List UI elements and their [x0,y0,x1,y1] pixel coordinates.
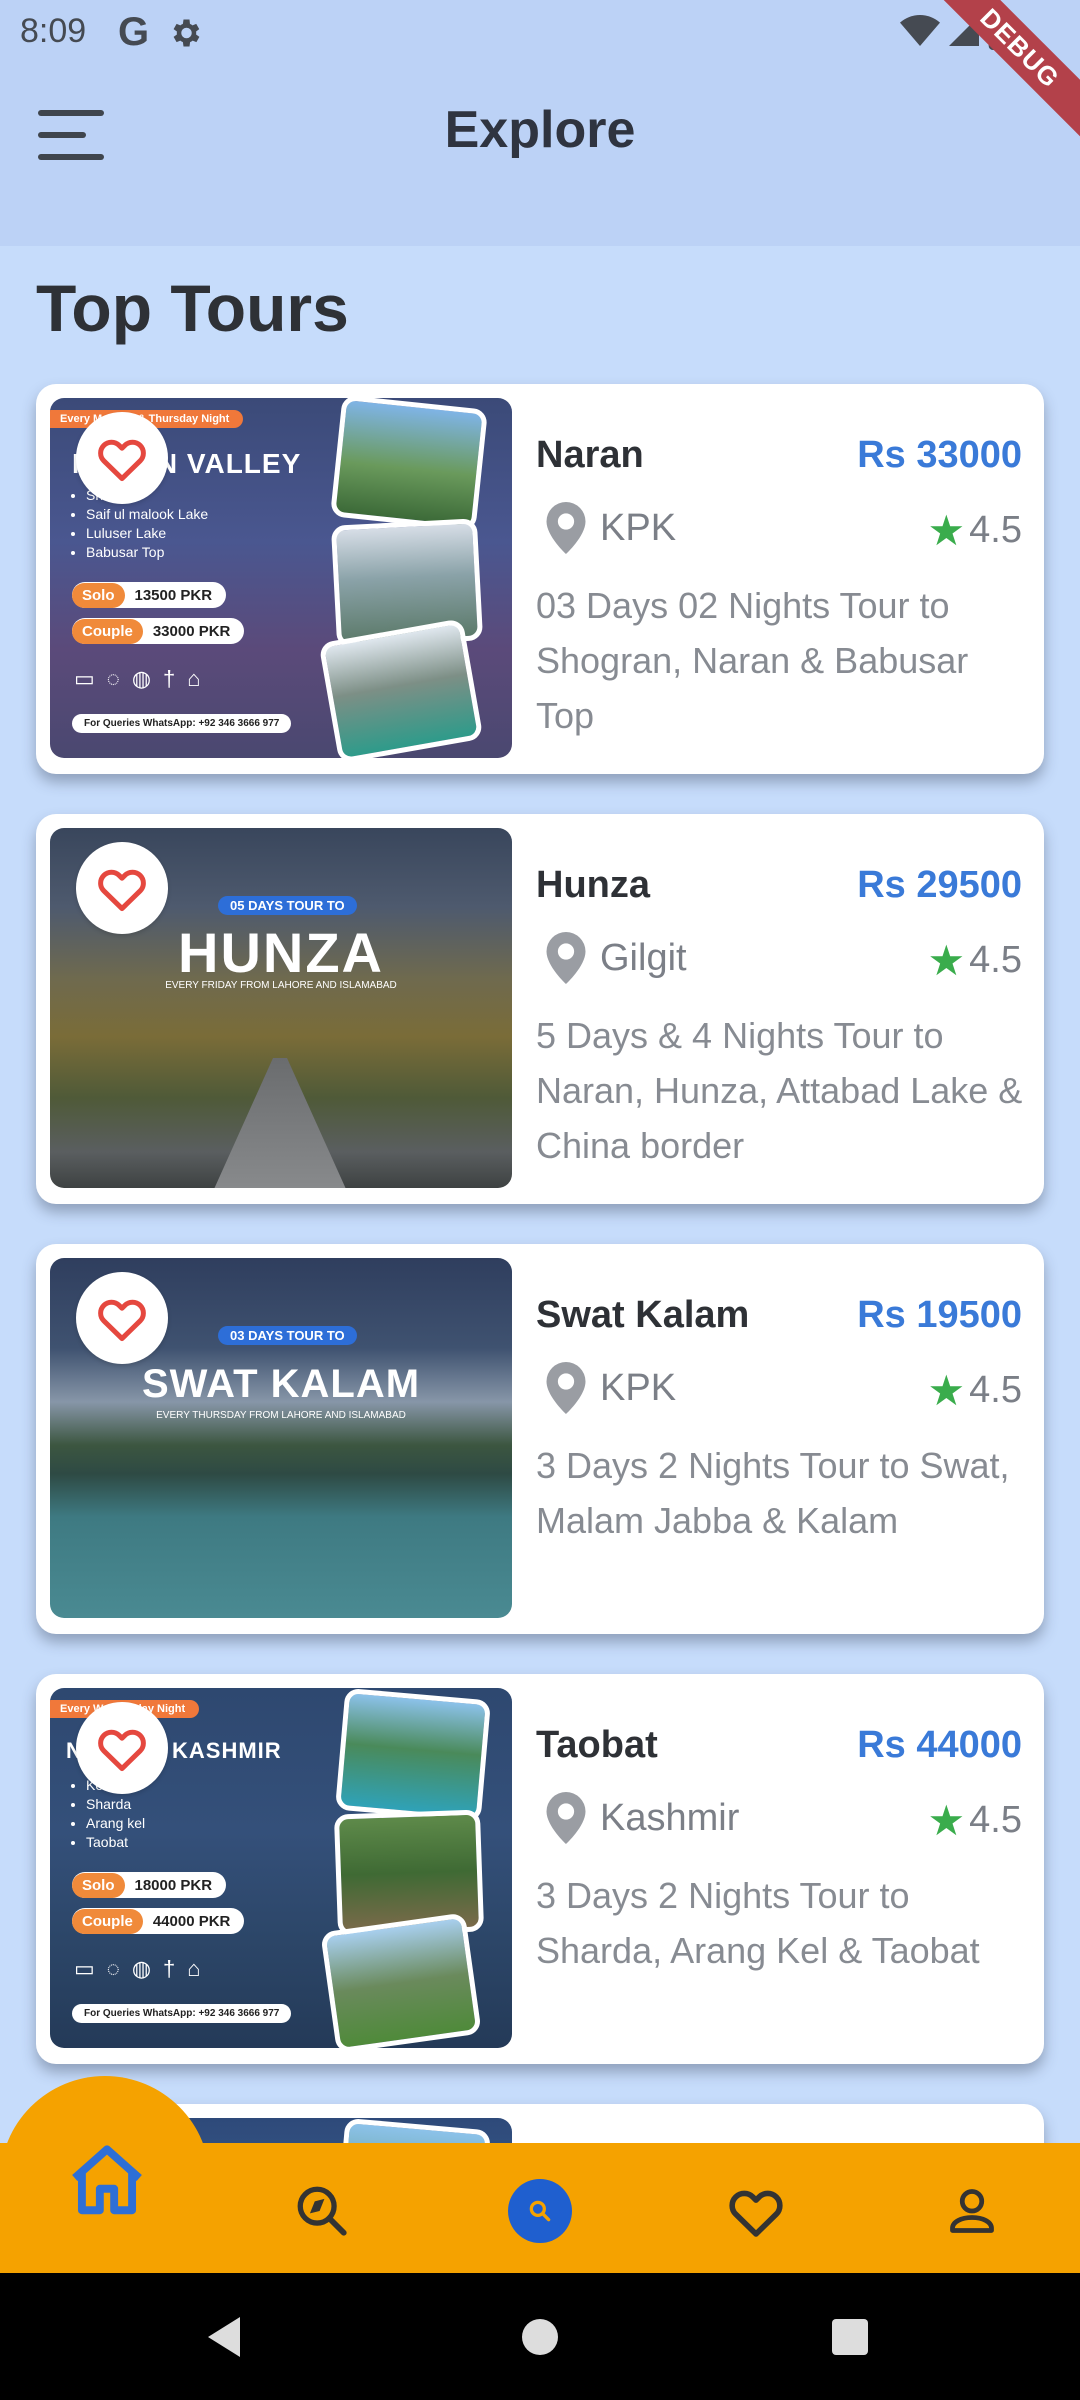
nav-favorites[interactable] [724,2179,788,2243]
home-circle-icon[interactable] [520,2317,560,2357]
favorite-button[interactable] [76,412,168,504]
heart-outline-icon [98,1729,146,1772]
tour-card-swat-kalam[interactable]: 03 DAYS TOUR TO SWAT KALAM EVERY THURSDA… [36,1244,1044,1634]
star-icon: ★ [927,937,966,984]
poster-title: SWAT KALAM [141,1362,421,1406]
tour-location: KPK [546,1362,676,1414]
tour-name: Swat Kalam [536,1294,750,1336]
star-icon: ★ [927,1367,966,1414]
nav-profile[interactable] [940,2179,1004,2243]
favorite-button[interactable] [76,1272,168,1364]
tour-price: Rs 29500 [857,864,1022,906]
location-pin-icon [546,1362,586,1414]
poster-subtitle: EVERY THURSDAY FROM LAHORE AND ISLAMABAD [156,1410,406,1421]
couple-price-chip: Couple 33000 PKR [72,618,245,644]
app-bar: 8:09 G DEBUG Explore [0,0,1080,246]
poster-contact: For Queries WhatsApp: +92 346 3666 977 [72,714,292,733]
section-title: Top Tours [36,271,349,345]
tour-location: KPK [546,502,676,554]
tour-description: 3 Days 2 Nights Tour to Swat, Malam Jabb… [536,1445,1010,1541]
solo-price-chip: Solo 13500 PKR [72,582,227,608]
favorite-button[interactable] [76,1702,168,1794]
tour-image-swat-kalam: 03 DAYS TOUR TO SWAT KALAM EVERY THURSDA… [50,1258,512,1618]
status-time: 8:09 [20,12,87,50]
tour-price: Rs 33000 [857,434,1022,476]
back-icon[interactable] [204,2315,244,2359]
tour-location: Kashmir [546,1792,739,1844]
poster-subtitle: EVERY FRIDAY FROM LAHORE AND ISLAMABAD [165,980,397,991]
poster-tag: 03 DAYS TOUR TO [218,1326,357,1345]
tour-rating: ★ 4.5 [927,937,1022,984]
tour-price: Rs 44000 [857,1724,1022,1766]
tour-rating: ★ 4.5 [927,1367,1022,1414]
recents-icon[interactable] [830,2317,870,2357]
person-icon [950,2189,994,2233]
couple-price-chip: Couple 44000 PKR [72,1908,245,1934]
google-icon: G [118,10,150,54]
tour-image-hunza: 05 DAYS TOUR TO HUNZA EVERY FRIDAY FROM … [50,828,512,1188]
nav-home[interactable] [62,2133,152,2223]
amenity-icons: ▭◌◍†⌂ [74,666,213,691]
tour-description: 3 Days 2 Nights Tour to Sharda, Arang Ke… [536,1875,980,1971]
poster-tag: 05 DAYS TOUR TO [218,896,357,915]
tour-location: Gilgit [546,932,687,984]
poster-photo [334,1688,492,1823]
system-navigation-bar [0,2273,1080,2400]
tour-name: Hunza [536,864,650,906]
location-pin-icon [546,502,586,554]
explore-search-icon [297,2186,347,2236]
tour-rating: ★ 4.5 [927,507,1022,554]
tour-card-naran[interactable]: Every Monday & Thursday Night NARAN VALL… [36,384,1044,774]
nav-explore[interactable] [290,2179,354,2243]
tour-name: Taobat [536,1724,658,1766]
poster-photo [330,398,488,532]
tour-name: Naran [536,434,644,476]
star-icon: ★ [927,1797,966,1844]
location-pin-icon [546,1792,586,1844]
search-circle-icon [529,2200,551,2222]
bottom-navigation [0,2143,1080,2273]
tour-image-naran: Every Monday & Thursday Night NARAN VALL… [50,398,512,758]
poster-photo [318,618,484,758]
tour-card-taobat[interactable]: Every Wednesday Night NEELUM KASHMIR Ker… [36,1674,1044,2064]
tour-image-taobat: Every Wednesday Night NEELUM KASHMIR Ker… [50,1688,512,2048]
amenity-icons: ▭◌◍†⌂ [74,1956,213,1981]
favorite-button[interactable] [76,842,168,934]
road-shape [210,1058,350,1188]
tour-description: 5 Days & 4 Nights Tour to Naran, Hunza, … [536,1015,1023,1166]
page-title: Explore [444,101,636,159]
poster-photo [320,1912,482,2048]
tour-price: Rs 19500 [857,1294,1022,1336]
heart-icon [729,2190,783,2237]
star-icon: ★ [927,507,966,554]
poster-contact: For Queries WhatsApp: +92 346 3666 977 [72,2004,292,2023]
tour-card-hunza[interactable]: 05 DAYS TOUR TO HUNZA EVERY FRIDAY FROM … [36,814,1044,1204]
heart-outline-icon [98,869,146,912]
heart-outline-icon [98,1299,146,1342]
wifi-icon [900,15,940,46]
tour-description: 03 Days 02 Nights Tour to Shogran, Naran… [536,585,969,736]
home-icon [72,2145,142,2215]
settings-gear-icon [173,19,200,46]
location-pin-icon [546,932,586,984]
solo-price-chip: Solo 18000 PKR [72,1872,227,1898]
tour-rating: ★ 4.5 [927,1797,1022,1844]
heart-outline-icon [98,439,146,482]
nav-search[interactable] [508,2179,572,2243]
